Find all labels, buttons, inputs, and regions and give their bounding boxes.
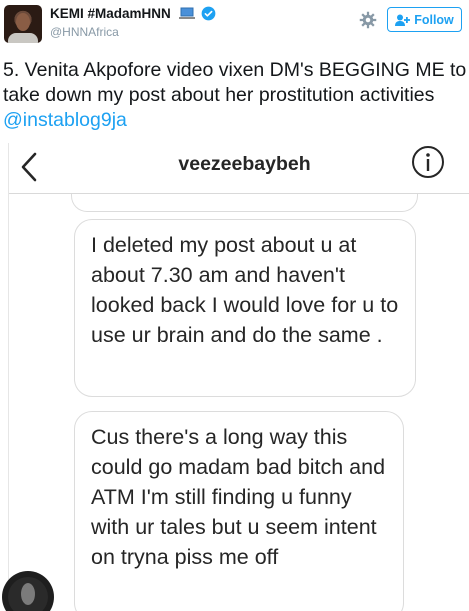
laptop-icon xyxy=(178,7,195,19)
tweet-text: 5. Venita Akpofore video vixen DM's BEGG… xyxy=(3,58,469,133)
mention-link[interactable]: @instablog9ja xyxy=(3,109,127,131)
verified-icon xyxy=(201,6,216,21)
author-name-row[interactable]: KEMI #MadamHNN xyxy=(50,6,216,21)
follow-label: Follow xyxy=(414,12,454,27)
tweet-body: 5. Venita Akpofore video vixen DM's BEGG… xyxy=(3,59,467,106)
message-bubble: I deleted my post about u at about 7.30 … xyxy=(74,219,416,397)
tweet-header: KEMI #MadamHNN @HNNAfrica Follow xyxy=(0,0,469,50)
dm-header: veezeebaybeh xyxy=(9,143,469,194)
gear-icon[interactable] xyxy=(359,11,377,29)
add-user-icon xyxy=(395,14,411,26)
dm-screen: veezeebaybeh I deleted my post about u a… xyxy=(8,143,469,611)
avatar-shirt xyxy=(8,33,38,43)
avatar-face xyxy=(16,13,30,31)
avatar-face xyxy=(21,583,35,605)
message-bubble: Cus there's a long way this could go mad… xyxy=(74,411,404,611)
author-avatar[interactable] xyxy=(4,5,42,43)
embedded-screenshot[interactable]: veezeebaybeh I deleted my post about u a… xyxy=(0,143,469,611)
dm-username[interactable]: veezeebaybeh xyxy=(9,153,469,176)
follow-button[interactable]: Follow xyxy=(387,7,462,32)
author-name[interactable]: KEMI #MadamHNN xyxy=(50,6,171,21)
info-icon[interactable] xyxy=(410,144,446,180)
author-handle[interactable]: @HNNAfrica xyxy=(50,25,119,39)
